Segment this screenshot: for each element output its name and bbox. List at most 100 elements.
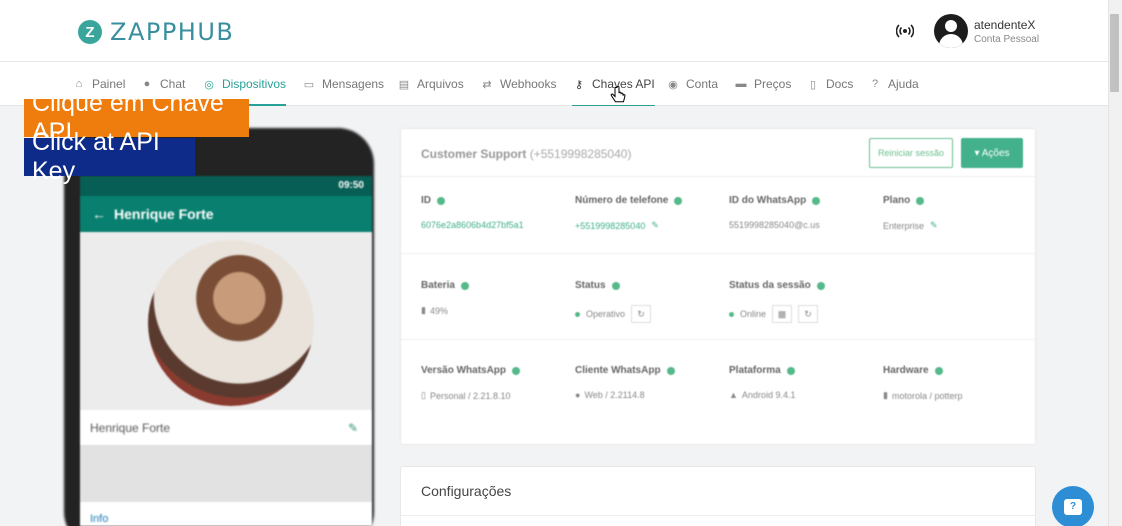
phone-icon: ▯ [421, 390, 426, 400]
scrollbar-thumb[interactable] [1110, 14, 1119, 92]
field-label: Bateria [421, 280, 455, 291]
nav-item-ajuda[interactable]: ? Ajuda [868, 62, 919, 106]
mobile-icon: ▮ [883, 390, 888, 400]
nav-label: Docs [826, 77, 854, 91]
info-dot-icon [674, 196, 683, 205]
field-label: Número de telefone [575, 195, 669, 206]
nav-item-arquivos[interactable]: ▤ Arquivos [397, 62, 464, 106]
nav-item-docs[interactable]: ▯ Docs [806, 62, 853, 106]
battery-icon: ▮ [421, 305, 426, 315]
edit-pencil-icon[interactable]: ✎ [651, 220, 659, 231]
divider [401, 253, 1035, 254]
android-icon: ▲ [729, 390, 738, 400]
field-value: Web / 2.2114.8 [584, 390, 645, 400]
refresh-icon[interactable]: ↻ [631, 305, 652, 323]
edit-pencil-icon[interactable]: ✎ [930, 220, 938, 231]
user-account-type: Conta Pessoal [974, 34, 1040, 45]
info-dot-icon [437, 196, 445, 205]
profile-photo-area [80, 232, 372, 410]
top-header: Z ZAPPHUB atendenteX Conta Pessoal [0, 0, 1108, 62]
edit-pencil-icon: ✎ [347, 420, 358, 435]
device-number: (+5519998285040) [529, 147, 632, 161]
field-whatsapp-version: Versão WhatsApp ▯ Personal / 2.21.8.10 [421, 365, 521, 401]
info-dot-icon [460, 281, 469, 290]
refresh-icon[interactable]: ↻ [798, 305, 819, 323]
device-card-header: Customer Support (+5519998285040) Reinic… [401, 129, 1035, 177]
reset-session-button[interactable]: Reiniciar sessão [869, 138, 953, 168]
logo-mark: Z [78, 20, 102, 44]
doc-icon: ▯ [809, 78, 817, 91]
field-plan: Plano Enterprise ✎ [883, 195, 938, 231]
nav-item-conta[interactable]: ◉ Conta [666, 62, 718, 106]
field-label: Plataforma [729, 365, 781, 376]
field-status: Status Operativo ↻ [575, 280, 652, 323]
field-label: Cliente WhatsApp [575, 365, 661, 376]
file-icon: ▤ [398, 78, 410, 91]
nav-label: Mensagens [322, 77, 385, 91]
messages-icon: ▭ [303, 78, 315, 91]
field-label: Plano [883, 195, 911, 206]
qr-icon[interactable]: ▦ [772, 305, 793, 323]
config-card: Configurações [400, 466, 1036, 526]
key-icon: ⚷ [574, 78, 584, 91]
profile-photo [148, 240, 314, 406]
info-dot-icon [666, 366, 675, 375]
phone-contact-name: Henrique Forte [114, 206, 214, 222]
divider [401, 339, 1035, 340]
help-chat-button[interactable]: ? [1052, 486, 1094, 526]
info-dot-icon [786, 366, 795, 375]
field-id: ID 6076e2a8606b4d27bf5a1 [421, 195, 524, 230]
field-value: motorola / potterp [891, 390, 963, 401]
user-avatar[interactable] [934, 14, 968, 48]
field-value: +5519998285040 [575, 220, 646, 231]
status-dot [575, 311, 580, 317]
nav-item-precos[interactable]: ▬ Preços [734, 62, 792, 106]
nav-label: Ajuda [888, 77, 919, 91]
device-title: Customer Support (+5519998285040) [421, 147, 631, 161]
actions-button[interactable]: ▾ Ações [961, 138, 1023, 168]
app-logo[interactable]: Z ZAPPHUB [78, 18, 234, 46]
field-value: Online [740, 309, 767, 319]
signal-icon[interactable] [896, 22, 914, 40]
divider [401, 515, 1035, 516]
field-label: Status da sessão [729, 280, 811, 291]
info-dot-icon [812, 196, 821, 205]
info-dot-icon [816, 281, 825, 290]
field-label: ID [421, 195, 431, 206]
info-dot-icon [611, 281, 620, 290]
nav-label: Webhooks [500, 77, 557, 91]
phone-info-label: Info [90, 513, 109, 525]
field-value: 49% [429, 305, 448, 316]
field-value[interactable]: 6076e2a8606b4d27bf5a1 [421, 220, 524, 230]
phone-time: 09:50 [338, 180, 364, 191]
globe-icon: ● [575, 390, 581, 400]
caption-english: Click at API Key [24, 128, 195, 185]
field-battery: Bateria ▮ 49% [421, 280, 469, 316]
exchange-icon: ⇄ [482, 78, 492, 91]
profile-name-row: Henrique Forte ✎ [80, 410, 372, 446]
phone-app-bar: ← Henrique Forte [80, 196, 372, 232]
price-icon: ▬ [735, 78, 747, 90]
info-dot-icon [512, 366, 521, 375]
help-icon: ? [871, 78, 879, 90]
config-title: Configurações [421, 483, 512, 499]
nav-item-mensagens[interactable]: ▭ Mensagens [302, 62, 384, 106]
status-dot [729, 311, 734, 317]
field-label: ID do WhatsApp [729, 195, 807, 206]
phone-screen: 09:50 ← Henrique Forte Henrique Forte ✎ … [80, 176, 372, 526]
device-name: Customer Support [421, 147, 527, 161]
hand-cursor-icon [610, 86, 626, 103]
user-name[interactable]: atendenteX [974, 18, 1035, 32]
field-session-status: Status da sessão Online ▦ ↻ [729, 280, 825, 323]
nav-item-webhooks[interactable]: ⇄ Webhooks [480, 62, 556, 106]
nav-label: Arquivos [417, 77, 464, 91]
profile-name: Henrique Forte [90, 420, 171, 435]
nav-label: Conta [686, 77, 719, 91]
field-hardware: Hardware ▮ motorola / potterp [883, 365, 963, 401]
field-value: Enterprise [883, 220, 925, 231]
field-value: Android 9.4.1 [741, 390, 796, 400]
nav-label: Preços [754, 77, 792, 91]
field-value: Personal / 2.21.8.10 [429, 390, 511, 401]
field-platform: Plataforma ▲ Android 9.4.1 [729, 365, 795, 400]
field-phone: Número de telefone +5519998285040 ✎ [575, 195, 683, 231]
